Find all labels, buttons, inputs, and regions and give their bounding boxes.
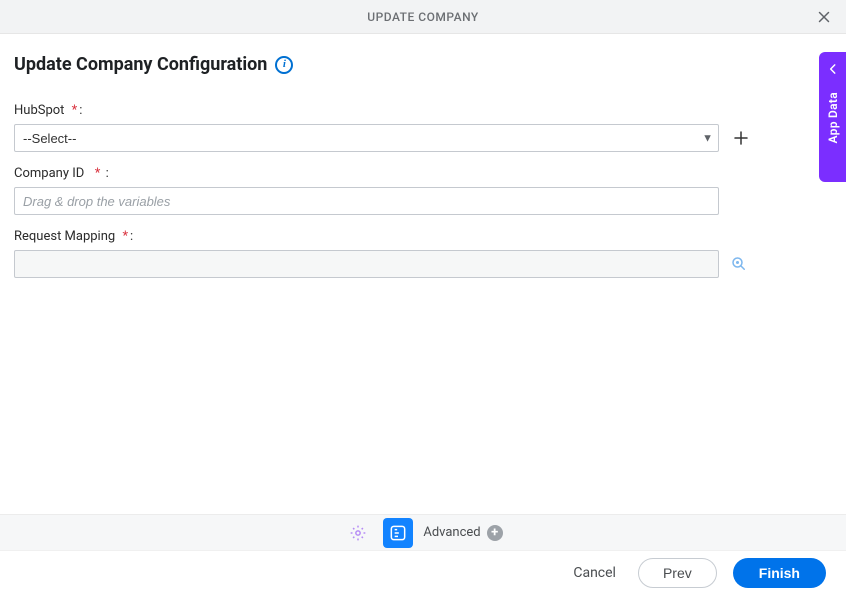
add-connection-button[interactable] [729,126,753,150]
finish-button[interactable]: Finish [733,558,826,588]
request-mapping-label: Request Mapping *: [14,229,832,244]
hubspot-select-input[interactable] [14,124,719,152]
bottom-toolbar: Advanced + [0,514,846,550]
dialog-title: UPDATE COMPANY [367,10,479,24]
cancel-button[interactable]: Cancel [567,559,622,587]
request-mapping-input[interactable] [14,250,719,278]
footer-buttons: Cancel Prev Finish [0,550,846,595]
add-advanced-icon[interactable]: + [487,525,503,541]
company-id-label: Company ID * : [14,166,832,181]
advanced-label[interactable]: Advanced [423,525,480,540]
dialog-header: UPDATE COMPANY [0,0,846,34]
company-id-input[interactable] [14,187,719,215]
hubspot-select[interactable]: ▼ [14,124,719,152]
page-title: Update Company Configuration [14,54,267,75]
prev-button[interactable]: Prev [638,558,717,588]
preview-mapping-icon[interactable] [729,254,749,274]
chevron-left-icon [824,58,842,80]
close-icon[interactable] [810,3,838,31]
app-data-panel-toggle[interactable]: App Data [819,52,846,182]
app-data-panel-label: App Data [826,92,840,143]
info-icon[interactable]: i [275,56,293,74]
connector-icon[interactable] [383,518,413,548]
settings-icon[interactable] [343,518,373,548]
hubspot-label: HubSpot *: [14,103,832,118]
